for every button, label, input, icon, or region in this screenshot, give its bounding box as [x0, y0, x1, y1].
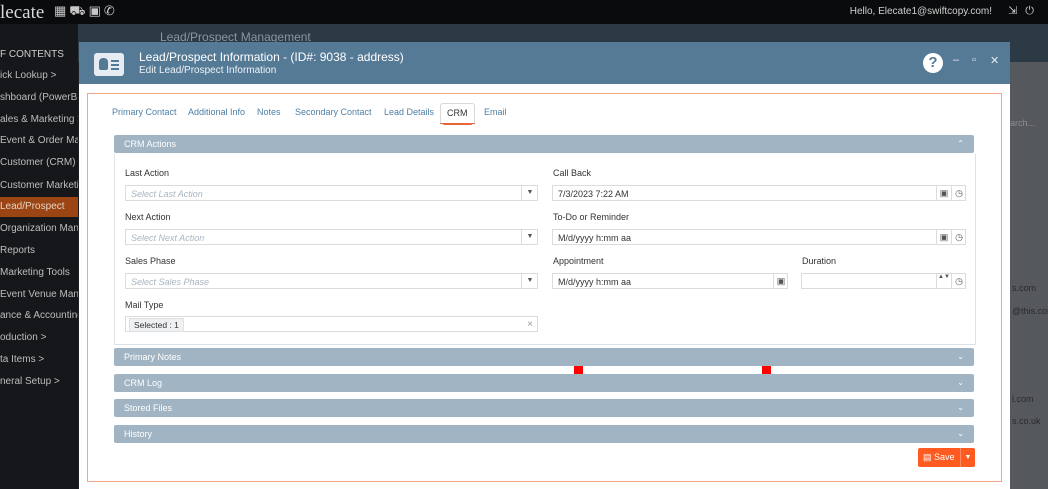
background-row-text: @this.com [1012, 306, 1048, 316]
tab-lead-details[interactable]: Lead Details [384, 103, 434, 121]
user-greeting[interactable]: Hello, Elecate1@swiftcopy.com! [850, 6, 992, 17]
tab-email[interactable]: Email [484, 103, 507, 121]
background-row-text: s.com [1012, 283, 1037, 293]
call-back-label: Call Back [553, 168, 592, 178]
modal-header[interactable]: Lead/Prospect Information - (ID#: 9038 -… [79, 42, 1010, 84]
chevron-down-icon: ⌄ [957, 429, 964, 438]
sidebar-item-production[interactable]: oduction > [0, 328, 78, 348]
modal-body: Primary Contact Additional Info Notes Se… [87, 93, 1002, 482]
background-search-input[interactable]: arch... [1010, 118, 1035, 128]
crm-log-title: CRM Log [124, 378, 163, 388]
mail-type-multiselect[interactable]: Selected : 1 × [125, 316, 538, 332]
chevron-up-icon: ⌃ [957, 139, 964, 148]
history-panel-header[interactable]: History ⌄ [114, 425, 974, 443]
brand-logo: lecate [0, 2, 45, 23]
sidebar-item-finance[interactable]: ance & Accounting [0, 306, 78, 326]
sales-phase-label: Sales Phase [125, 256, 176, 266]
stored-files-title: Stored Files [124, 403, 173, 413]
close-button[interactable]: ✕ [990, 54, 999, 67]
history-title: History [124, 429, 153, 439]
sidebar-item-sales-marketing[interactable]: ales & Marketing > [0, 110, 78, 130]
duration-input[interactable]: ▲▼ ◷ [801, 273, 966, 289]
sidebar-item-event-order[interactable]: Event & Order Mana... [0, 131, 78, 151]
contact-card-icon [94, 53, 124, 76]
appointment-label: Appointment [553, 256, 604, 266]
modal-title: Lead/Prospect Information - (ID#: 9038 -… [139, 50, 404, 64]
tab-crm[interactable]: CRM [440, 103, 475, 125]
calendar-icon[interactable]: ▣ [773, 273, 788, 289]
tab-additional-info[interactable]: Additional Info [188, 103, 245, 121]
crm-log-panel-header[interactable]: CRM Log ⌄ [114, 374, 974, 392]
sidebar-item-customer-crm[interactable]: Customer (CRM) ∨ [0, 153, 78, 173]
stored-files-panel-header[interactable]: Stored Files ⌄ [114, 399, 974, 417]
background-row-text: l.com [1012, 394, 1034, 404]
last-action-label: Last Action [125, 168, 170, 178]
save-button[interactable]: ▤ Save ▼ [918, 448, 975, 467]
mail-type-selected-chip[interactable]: Selected : 1 [129, 318, 184, 332]
sales-phase-placeholder: Select Sales Phase [131, 277, 210, 287]
sidebar-item-dashboard[interactable]: shboard (PowerBI) [0, 88, 78, 108]
sidebar-item-quick-lookup[interactable]: ick Lookup > [0, 66, 78, 86]
chevron-down-icon[interactable]: ▼ [960, 448, 975, 467]
sidebar-item-organization[interactable]: Organization Mana... [0, 219, 78, 239]
tab-secondary-contact[interactable]: Secondary Contact [295, 103, 372, 121]
chevron-down-icon: ⌄ [957, 403, 964, 412]
chevron-down-icon: ▼ [521, 185, 538, 201]
background-row-text: s.co.uk [1012, 416, 1041, 426]
next-action-label: Next Action [125, 212, 171, 222]
sidebar-toc-heading: F CONTENTS [0, 49, 64, 60]
modal-subtitle: Edit Lead/Prospect Information [139, 65, 277, 76]
account-icons[interactable]: ⇲⏻ [1008, 4, 1042, 18]
chevron-down-icon: ⌄ [957, 352, 964, 361]
clock-icon[interactable]: ◷ [951, 273, 966, 289]
primary-notes-panel-header[interactable]: Primary Notes ⌄ [114, 348, 974, 366]
chevron-down-icon: ▼ [521, 273, 538, 289]
tab-notes[interactable]: Notes [257, 103, 281, 121]
last-action-placeholder: Select Last Action [131, 189, 203, 199]
todo-input[interactable]: M/d/yyyy h:mm aa ▣ ◷ [552, 229, 966, 245]
sidebar-item-lead-prospect[interactable]: Lead/Prospect [0, 197, 78, 217]
next-action-select[interactable]: Select Next Action ▼ [125, 229, 538, 245]
todo-value: M/d/yyyy h:mm aa [558, 233, 632, 243]
sidebar-item-customer-marketing[interactable]: Customer Marketing [0, 176, 78, 196]
sidebar-item-reports[interactable]: Reports [0, 241, 78, 261]
sidebar: F CONTENTS ick Lookup > shboard (PowerBI… [0, 24, 78, 489]
chevron-down-icon: ▼ [521, 229, 538, 245]
call-back-value: 7/3/2023 7:22 AM [558, 189, 629, 199]
save-label: Save [934, 452, 955, 462]
top-bar: lecate ▦⛟▣✆ Hello, Elecate1@swiftcopy.co… [0, 0, 1048, 24]
call-back-input[interactable]: 7/3/2023 7:22 AM ▣ ◷ [552, 185, 966, 201]
sidebar-item-event-venue[interactable]: Event Venue Manage [0, 285, 78, 305]
mail-type-label: Mail Type [125, 300, 164, 310]
crm-actions-panel-header[interactable]: CRM Actions ⌃ [114, 135, 974, 153]
next-action-placeholder: Select Next Action [131, 233, 205, 243]
spinner-icon[interactable]: ▲▼ [936, 273, 951, 289]
toolbar-icons[interactable]: ▦⛟▣✆ [54, 3, 118, 21]
clear-icon[interactable]: × [527, 317, 533, 333]
crm-actions-panel: Last Action Select Last Action ▼ Next Ac… [114, 154, 976, 345]
maximize-button[interactable]: ▫ [972, 54, 976, 66]
help-icon[interactable]: ? [923, 53, 943, 73]
todo-label: To-Do or Reminder [553, 212, 630, 222]
lead-prospect-modal: Lead/Prospect Information - (ID#: 9038 -… [79, 42, 1010, 489]
primary-notes-title: Primary Notes [124, 352, 182, 362]
last-action-select[interactable]: Select Last Action ▼ [125, 185, 538, 201]
sales-phase-select[interactable]: Select Sales Phase ▼ [125, 273, 538, 289]
minimize-button[interactable]: – [953, 54, 959, 66]
clock-icon[interactable]: ◷ [951, 229, 966, 245]
save-icon: ▤ [923, 452, 932, 462]
calendar-icon[interactable]: ▣ [936, 185, 951, 201]
sidebar-item-data-items[interactable]: ta Items > [0, 350, 78, 370]
tab-primary-contact[interactable]: Primary Contact [112, 103, 177, 121]
crm-actions-title: CRM Actions [124, 139, 177, 149]
appointment-value: M/d/yyyy h:mm aa [558, 277, 632, 287]
sidebar-item-marketing-tools[interactable]: Marketing Tools [0, 263, 78, 283]
calendar-icon[interactable]: ▣ [936, 229, 951, 245]
sidebar-item-general-setup[interactable]: neral Setup > [0, 372, 78, 392]
clock-icon[interactable]: ◷ [951, 185, 966, 201]
duration-label: Duration [802, 256, 837, 266]
appointment-input[interactable]: M/d/yyyy h:mm aa ▣ [552, 273, 788, 289]
chevron-down-icon: ⌄ [957, 378, 964, 387]
